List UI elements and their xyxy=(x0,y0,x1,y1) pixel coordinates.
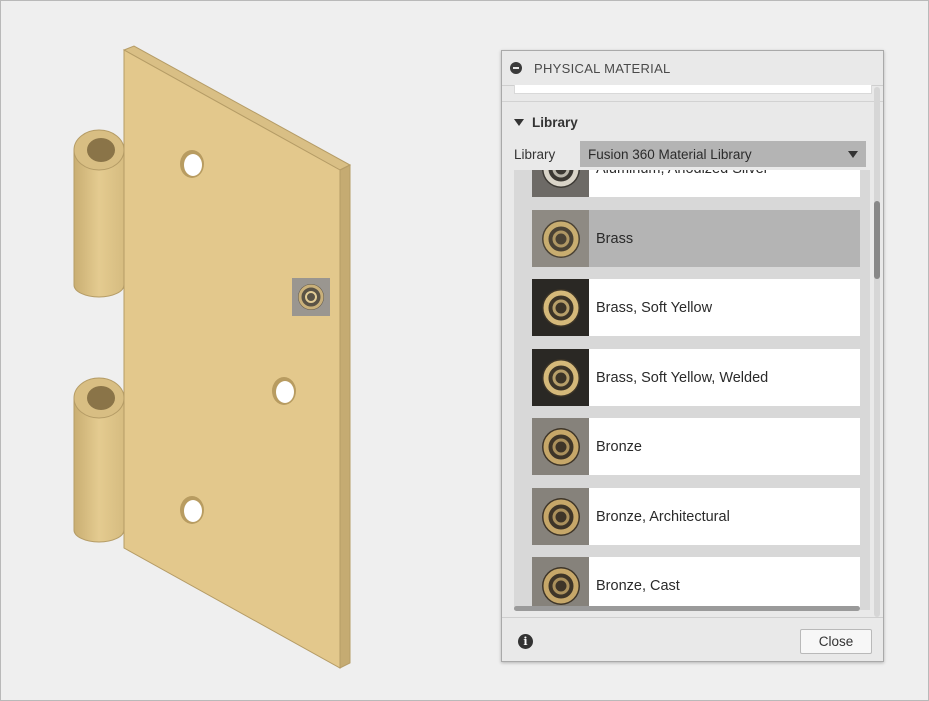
footer-divider xyxy=(502,617,883,618)
material-item[interactable]: Bronze, Architectural xyxy=(532,488,860,545)
library-row: Library Fusion 360 Material Library xyxy=(514,141,870,167)
material-label: Aluminum, Anodized Silver xyxy=(596,170,768,177)
material-thumbnail xyxy=(532,557,589,610)
library-dropdown-value: Fusion 360 Material Library xyxy=(588,146,752,162)
panel-title: PHYSICAL MATERIAL xyxy=(534,60,671,76)
material-item[interactable]: Bronze, Cast xyxy=(532,557,860,610)
horizontal-scrollbar[interactable] xyxy=(514,606,860,611)
dragged-material-thumbnail[interactable] xyxy=(292,278,330,316)
divider xyxy=(502,101,883,102)
material-item[interactable]: Bronze xyxy=(532,418,860,475)
screw-hole-2[interactable] xyxy=(272,377,296,405)
material-thumbnail xyxy=(532,279,589,336)
section-label: Library xyxy=(532,114,578,130)
material-thumbnail xyxy=(532,488,589,545)
material-label: Bronze, Architectural xyxy=(596,508,730,525)
close-button[interactable]: Close xyxy=(800,629,872,654)
material-label: Bronze, Cast xyxy=(596,577,680,594)
material-label: Brass, Soft Yellow xyxy=(596,299,713,316)
material-label: Brass xyxy=(596,230,634,247)
hinge-plate-model[interactable] xyxy=(0,0,500,701)
library-label: Library xyxy=(514,146,556,162)
3d-viewport[interactable] xyxy=(0,0,500,701)
material-thumbnail xyxy=(532,418,589,475)
hinge-knuckle-top[interactable] xyxy=(73,129,125,298)
material-item[interactable]: Brass, Soft Yellow, Welded xyxy=(532,349,860,406)
material-item[interactable]: Brass, Soft Yellow xyxy=(532,279,860,336)
panel-header: PHYSICAL MATERIAL xyxy=(502,51,883,86)
material-item[interactable]: Aluminum, Anodized Silver xyxy=(532,170,860,197)
material-thumbnail xyxy=(532,349,589,406)
physical-material-panel: PHYSICAL MATERIAL Library Library Fusion… xyxy=(501,50,884,662)
material-thumbnail xyxy=(532,210,589,267)
triangle-down-icon xyxy=(514,118,524,126)
material-list[interactable]: Aluminum, Anodized Silver Brass Brass, Sof… xyxy=(514,170,870,610)
plate-side-edge xyxy=(339,164,351,669)
search-strip[interactable] xyxy=(514,85,872,94)
material-label: Brass, Soft Yellow, Welded xyxy=(596,369,769,386)
screw-hole-1[interactable] xyxy=(180,150,204,178)
vertical-scrollbar-thumb[interactable] xyxy=(874,201,880,279)
library-section-toggle[interactable]: Library xyxy=(514,113,578,131)
collapse-panel-button[interactable] xyxy=(510,62,522,74)
library-dropdown[interactable]: Fusion 360 Material Library xyxy=(580,141,866,167)
material-label: Bronze xyxy=(596,438,642,455)
chevron-down-icon xyxy=(848,150,858,158)
hinge-knuckle-bottom[interactable] xyxy=(73,377,125,543)
vertical-scrollbar-track[interactable] xyxy=(874,87,880,617)
material-item[interactable]: Brass xyxy=(532,210,860,267)
screw-hole-3[interactable] xyxy=(180,496,204,524)
material-thumbnail xyxy=(532,170,589,197)
info-icon[interactable]: i xyxy=(518,634,533,649)
